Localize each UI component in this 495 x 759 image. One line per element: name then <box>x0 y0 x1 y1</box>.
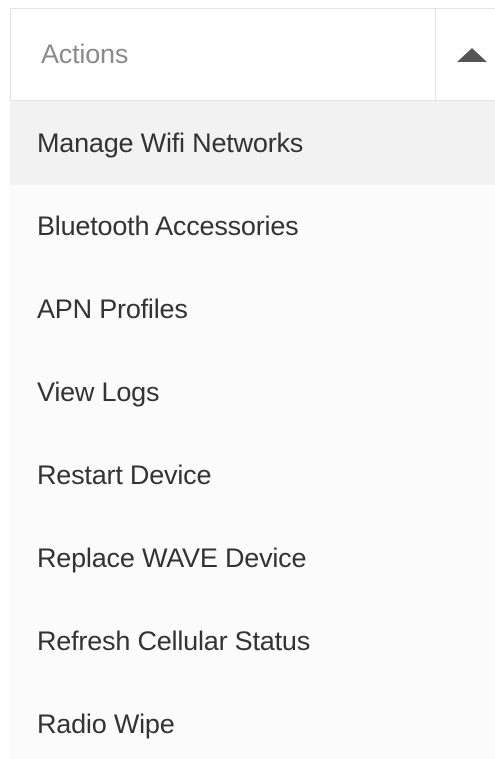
menu-item-radio-wipe[interactable]: Radio Wipe <box>10 683 495 759</box>
actions-menu: Manage Wifi Networks Bluetooth Accessori… <box>10 101 495 759</box>
dropdown-toggle-button[interactable] <box>435 9 495 100</box>
dropdown-title: Actions <box>41 39 129 69</box>
menu-item-view-logs[interactable]: View Logs <box>10 351 495 434</box>
actions-dropdown-header[interactable]: Actions <box>10 8 495 101</box>
actions-dropdown: Actions Manage Wifi Networks Bluetooth A… <box>10 8 495 759</box>
page: Actions Manage Wifi Networks Bluetooth A… <box>0 0 495 759</box>
menu-item-apn-profiles[interactable]: APN Profiles <box>10 268 495 351</box>
menu-item-replace-wave-device[interactable]: Replace WAVE Device <box>10 517 495 600</box>
menu-item-bluetooth-accessories[interactable]: Bluetooth Accessories <box>10 185 495 268</box>
menu-item-restart-device[interactable]: Restart Device <box>10 434 495 517</box>
caret-up-icon <box>456 47 487 62</box>
menu-item-refresh-cellular-status[interactable]: Refresh Cellular Status <box>10 600 495 683</box>
menu-item-manage-wifi-networks[interactable]: Manage Wifi Networks <box>10 101 495 185</box>
